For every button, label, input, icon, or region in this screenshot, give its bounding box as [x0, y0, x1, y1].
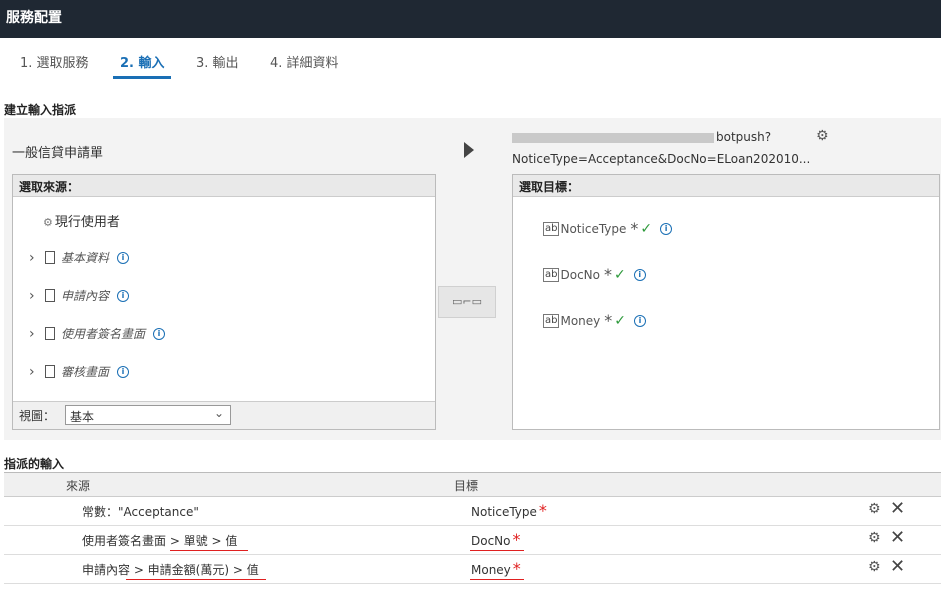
- redacted-url-block: [512, 132, 714, 143]
- required-asterisk: *: [512, 559, 521, 578]
- target-panel: 選取目標： ab NoticeType * ✓ i ab DocNo * ✓ i…: [512, 174, 940, 430]
- map-link-icon: ▭⌐▭: [451, 295, 482, 308]
- row-target-label: NoticeType: [471, 505, 537, 519]
- required-asterisk: *: [603, 265, 612, 284]
- table-header: 來源 目標: [4, 473, 941, 497]
- info-icon[interactable]: i: [660, 222, 673, 235]
- users-gear-icon: ⚙: [43, 216, 53, 229]
- target-panel-title: 選取目標：: [513, 175, 939, 197]
- view-select[interactable]: 基本 ⌄: [65, 405, 231, 425]
- tab-input[interactable]: 2. 輸入: [120, 52, 165, 71]
- target-item-label: DocNo: [560, 267, 600, 282]
- tab-select-service[interactable]: 1. 選取服務: [20, 52, 89, 71]
- target-item-money[interactable]: ab Money * ✓ i: [543, 311, 647, 330]
- row-settings-gear-icon[interactable]: ⚙: [868, 501, 881, 517]
- check-icon: ✓: [613, 266, 626, 283]
- assigned-inputs-table: 來源 目標 常數："Acceptance" NoticeType * ⚙ ✕ 使用…: [4, 472, 941, 584]
- chevron-right-icon[interactable]: ›: [29, 250, 39, 266]
- tab-output[interactable]: 3. 輸出: [196, 52, 239, 71]
- tree-item-basic-info[interactable]: › 基本資料 i: [29, 249, 130, 266]
- tree-item-label: 審核畫面: [61, 365, 110, 379]
- assign-area: 一般信貸申請單 選取來源： ⚙ 現行使用者 › 基本資料 i › 申請內容 i ›…: [4, 118, 941, 440]
- document-icon: [45, 365, 55, 378]
- chevron-right-icon[interactable]: ›: [29, 326, 39, 342]
- row-target: DocNo *: [471, 530, 521, 549]
- target-settings-gear-icon[interactable]: ⚙: [816, 128, 829, 144]
- row-target-label: Money: [471, 563, 511, 577]
- current-user-label: 現行使用者: [54, 215, 120, 230]
- view-select-value: 基本: [70, 410, 95, 424]
- target-item-label: NoticeType: [560, 221, 627, 236]
- required-asterisk: *: [604, 311, 613, 330]
- assigned-section-title: 指派的輸入: [4, 457, 65, 471]
- active-tab-indicator: [113, 76, 171, 79]
- check-icon: ✓: [640, 220, 653, 237]
- annotation-underline: [470, 579, 524, 580]
- app-title: 服務配置: [0, 0, 941, 38]
- view-row: 視圖： 基本 ⌄: [13, 401, 435, 429]
- check-icon: ✓: [614, 312, 627, 329]
- text-field-icon: ab: [543, 313, 560, 328]
- info-icon[interactable]: i: [117, 365, 130, 378]
- row-source: 常數："Acceptance": [82, 505, 199, 519]
- view-label: 視圖：: [19, 409, 56, 423]
- required-asterisk: *: [630, 219, 639, 238]
- info-icon[interactable]: i: [633, 268, 646, 281]
- info-icon[interactable]: i: [634, 314, 647, 327]
- annotation-underline: [126, 579, 266, 580]
- assign-section-title: 建立輸入指派: [4, 103, 77, 117]
- row-settings-gear-icon[interactable]: ⚙: [868, 530, 881, 546]
- text-field-icon: ab: [543, 221, 560, 236]
- required-asterisk: *: [538, 501, 547, 520]
- map-button[interactable]: ▭⌐▭: [438, 286, 496, 318]
- info-icon[interactable]: i: [153, 327, 166, 340]
- table-row[interactable]: 申請內容 > 申請金額(萬元) > 值 Money * ⚙ ✕: [4, 555, 941, 584]
- tree-item-review[interactable]: › 審核畫面 i: [29, 363, 130, 380]
- row-delete-close-icon[interactable]: ✕: [890, 498, 905, 519]
- step-tabs: 1. 選取服務 2. 輸入 3. 輸出 4. 詳細資料: [0, 38, 941, 84]
- tree-item-label: 申請內容: [61, 289, 110, 303]
- source-panel-title: 選取來源：: [13, 175, 435, 197]
- target-item-label: Money: [560, 313, 601, 328]
- target-url-line1: botpush?: [512, 130, 771, 144]
- row-settings-gear-icon[interactable]: ⚙: [868, 559, 881, 575]
- chevron-down-icon: ⌄: [213, 406, 224, 420]
- document-icon: [45, 289, 55, 302]
- text-field-icon: ab: [543, 267, 560, 282]
- document-icon: [45, 327, 55, 340]
- annotation-underline: [470, 550, 524, 551]
- info-icon[interactable]: i: [117, 251, 130, 264]
- source-form-name: 一般信貸申請單: [12, 146, 104, 161]
- target-url-line2: NoticeType=Acceptance&DocNo=ELoan202010.…: [512, 152, 811, 166]
- tab-details[interactable]: 4. 詳細資料: [270, 52, 339, 71]
- info-icon[interactable]: i: [117, 289, 130, 302]
- tree-item-application[interactable]: › 申請內容 i: [29, 287, 130, 304]
- target-item-docno[interactable]: ab DocNo * ✓ i: [543, 265, 646, 284]
- row-delete-close-icon[interactable]: ✕: [890, 556, 905, 577]
- target-url-text1: botpush?: [716, 130, 772, 144]
- row-target-label: DocNo: [471, 534, 511, 548]
- row-source: 使用者簽名畫面 > 單號 > 值: [82, 534, 238, 548]
- target-item-noticetype[interactable]: ab NoticeType * ✓ i: [543, 219, 673, 238]
- annotation-underline: [170, 550, 248, 551]
- required-asterisk: *: [512, 530, 521, 549]
- source-panel: 選取來源： ⚙ 現行使用者 › 基本資料 i › 申請內容 i › 使用者簽名畫面…: [12, 174, 436, 430]
- chevron-right-icon[interactable]: ›: [29, 288, 39, 304]
- row-delete-close-icon[interactable]: ✕: [890, 527, 905, 548]
- arrow-right-icon: [464, 142, 474, 158]
- table-row[interactable]: 使用者簽名畫面 > 單號 > 值 DocNo * ⚙ ✕: [4, 526, 941, 555]
- tree-item-signature[interactable]: › 使用者簽名畫面 i: [29, 325, 166, 342]
- header-source: 來源: [66, 479, 91, 493]
- document-icon: [45, 251, 55, 264]
- row-target: NoticeType *: [471, 501, 547, 520]
- tree-item-label: 基本資料: [61, 251, 110, 265]
- current-user-item[interactable]: ⚙ 現行使用者: [43, 211, 120, 230]
- chevron-right-icon[interactable]: ›: [29, 364, 39, 380]
- row-target: Money *: [471, 559, 521, 578]
- header-target: 目標: [454, 479, 479, 493]
- table-row[interactable]: 常數："Acceptance" NoticeType * ⚙ ✕: [4, 497, 941, 526]
- row-source: 申請內容 > 申請金額(萬元) > 值: [82, 563, 259, 577]
- tree-item-label: 使用者簽名畫面: [61, 327, 146, 341]
